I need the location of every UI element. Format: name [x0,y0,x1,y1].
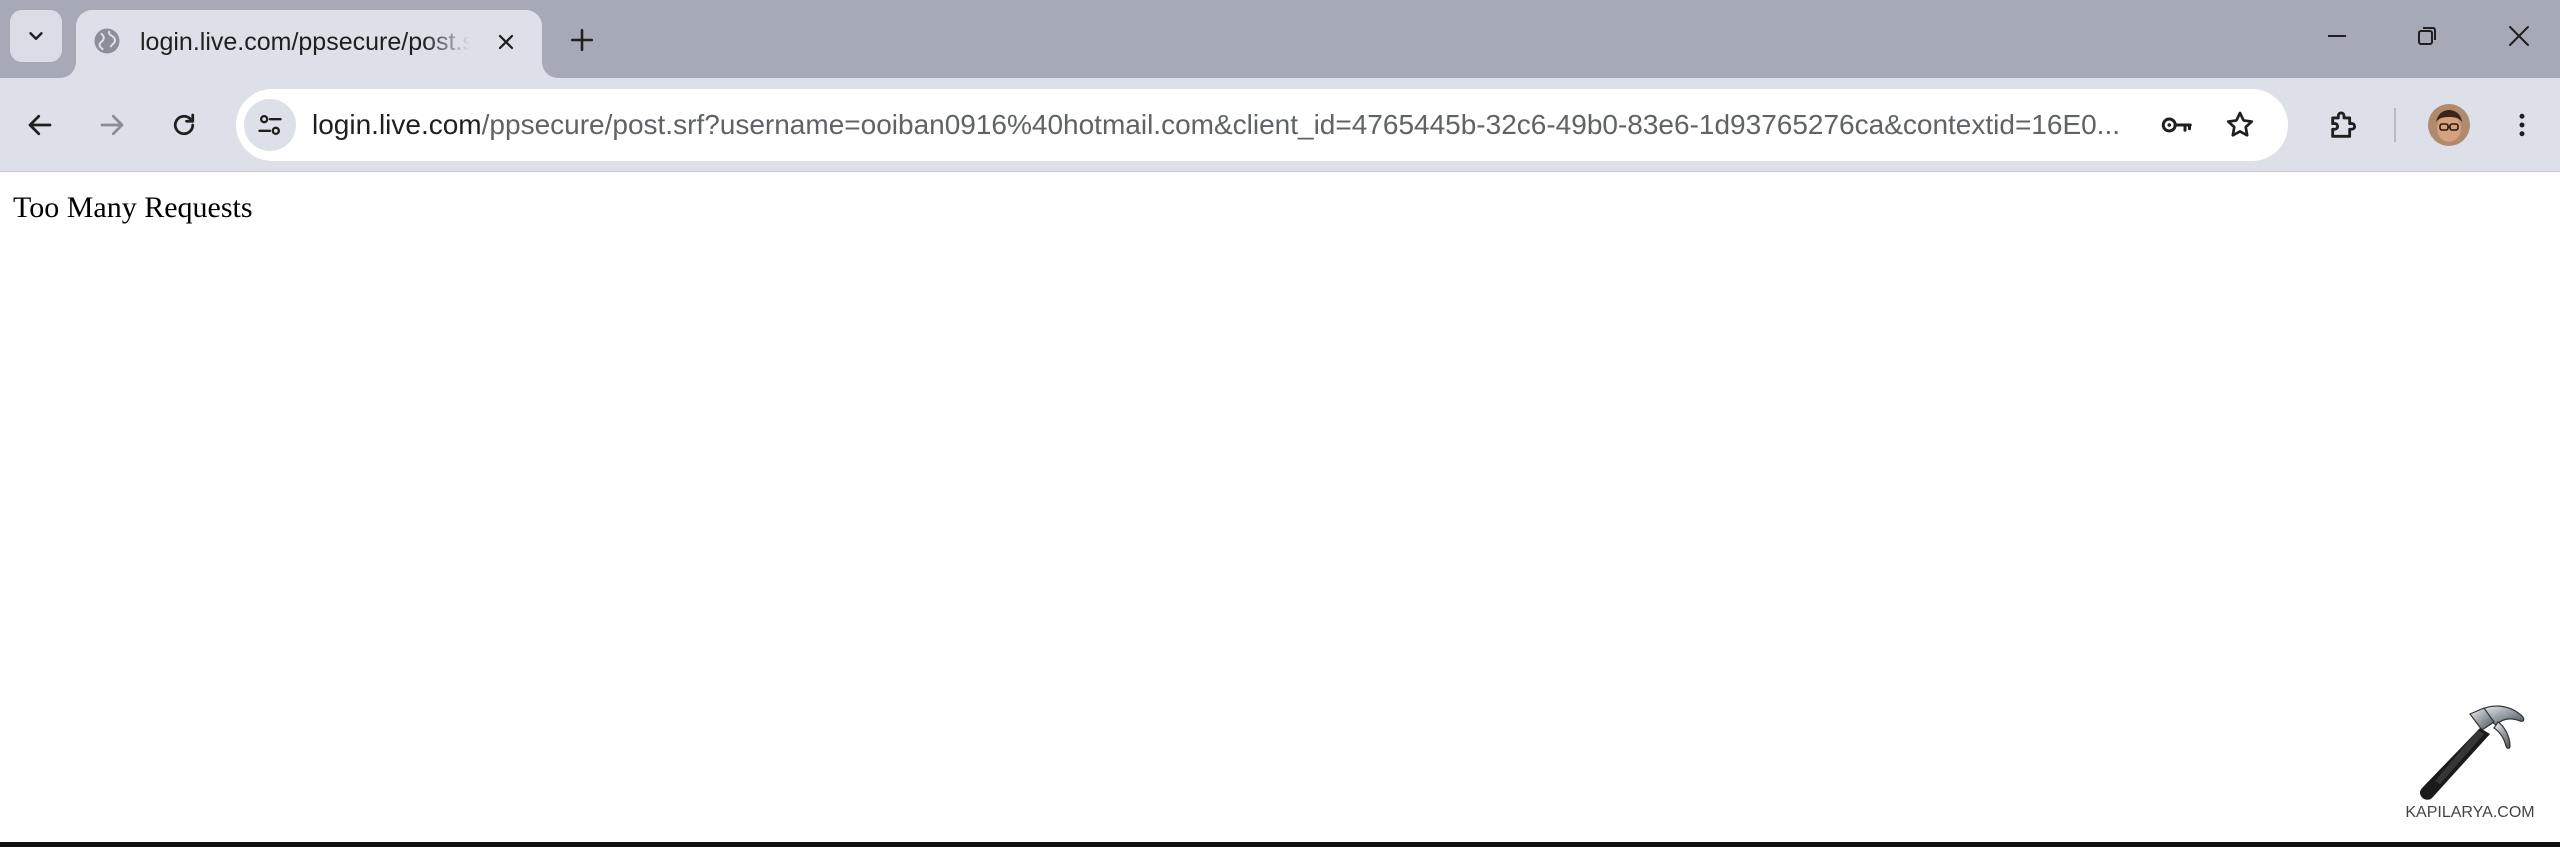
close-window-button[interactable] [2484,8,2554,64]
tab-search-button[interactable] [10,10,62,62]
minimize-button[interactable] [2302,8,2372,64]
toolbar-divider [2394,108,2396,142]
restore-button[interactable] [2392,8,2462,64]
arrow-left-icon [28,114,52,136]
watermark-text: KAPILARYA.COM [2405,804,2535,821]
plus-icon [570,28,594,52]
url-text[interactable]: login.live.com/ppsecure/post.srf?usernam… [312,107,2172,143]
tab-strip: login.live.com/ppsecure/post.srf [0,0,2560,78]
reload-icon [173,113,195,136]
tab-close-button[interactable] [486,22,526,62]
url-host: login.live.com [312,109,482,140]
url-path: /ppsecure/post.srf?username=ooiban0916%4… [481,109,2121,140]
new-tab-button[interactable] [560,18,604,62]
address-bar[interactable]: login.live.com/ppsecure/post.srf?usernam… [236,89,2288,161]
watermark-logo: KAPILARYA.COM [2400,698,2540,838]
key-icon [2161,117,2192,133]
puzzle-icon [2331,111,2356,138]
page-content: Too Many Requests KAPILARYA.COM [0,172,2560,842]
profile-icon [2428,104,2470,146]
reload-button[interactable] [158,99,210,151]
chrome-menu-button[interactable] [2496,99,2548,151]
error-message: Too Many Requests [13,191,253,224]
chevron-down-icon [29,32,43,40]
bookmark-star-button[interactable] [2218,103,2262,147]
restore-icon [2418,27,2436,45]
site-info-button[interactable] [244,99,296,151]
close-icon [498,34,514,50]
profile-avatar[interactable] [2428,104,2470,146]
browser-toolbar: login.live.com/ppsecure/post.srf?usernam… [0,78,2560,172]
forward-button[interactable] [86,99,138,151]
bottom-edge [0,842,2560,847]
close-icon [2509,26,2529,46]
globe-icon [94,28,120,54]
arrow-right-icon [100,114,124,136]
kebab-menu-icon [2519,113,2525,137]
hammer-icon [2419,705,2525,800]
extensions-button[interactable] [2318,99,2370,151]
minimize-icon [2328,35,2346,37]
tab-title: login.live.com/ppsecure/post.srf [140,28,470,56]
star-icon [2226,111,2254,137]
active-tab[interactable]: login.live.com/ppsecure/post.srf [76,10,542,78]
tune-icon [258,114,282,136]
password-key-button[interactable] [2154,103,2198,147]
back-button[interactable] [14,99,66,151]
